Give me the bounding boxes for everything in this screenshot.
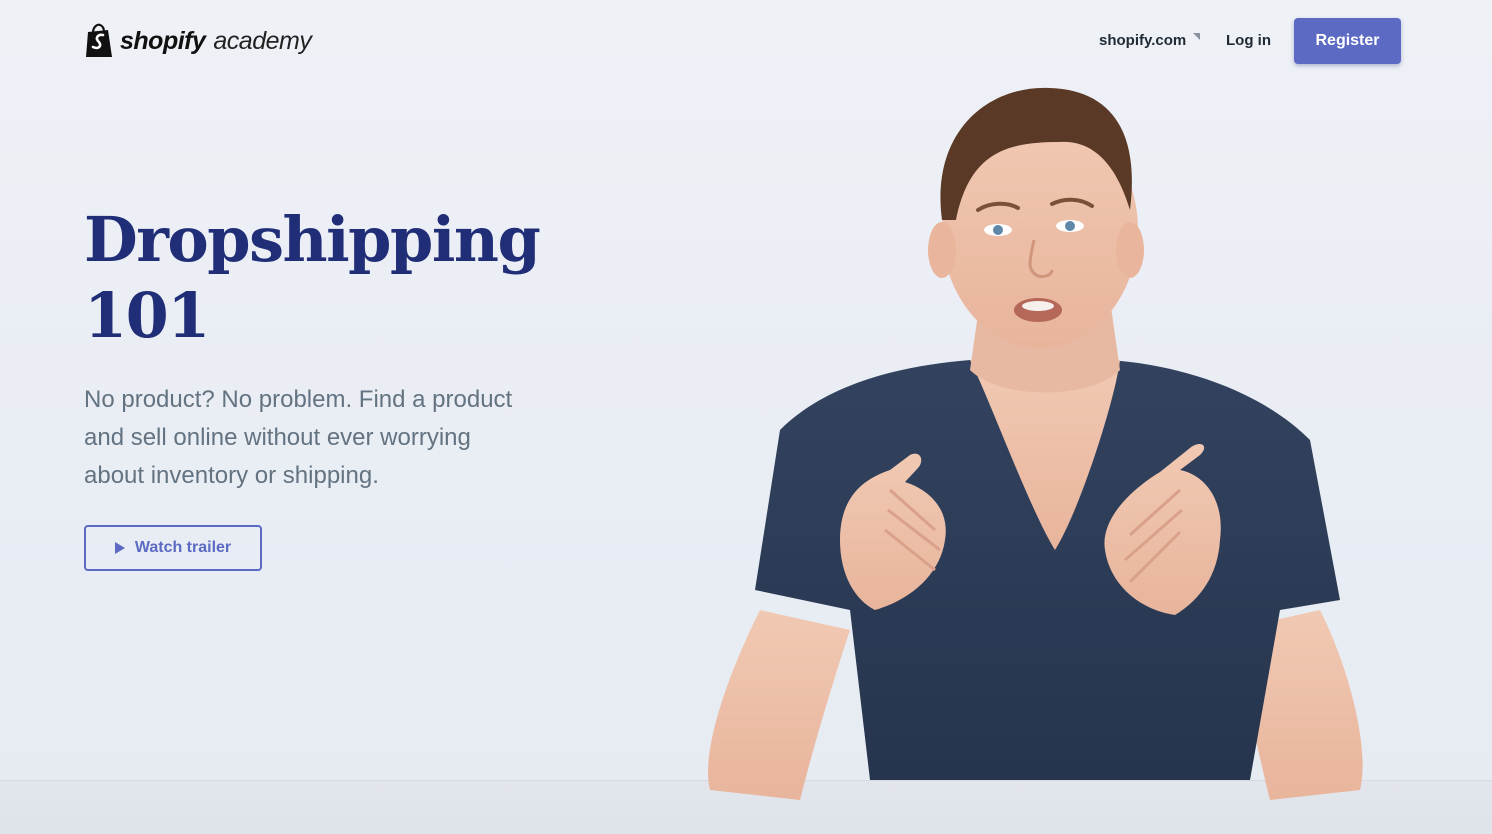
watch-trailer-label: Watch trailer <box>134 539 232 556</box>
external-link-icon <box>1193 32 1201 40</box>
title-line-1: Dropshipping <box>84 203 541 276</box>
watch-trailer-button[interactable]: Watch trailer <box>84 525 262 571</box>
shopify-bag-icon <box>86 23 112 57</box>
hero-description: No product? No problem. Find a product a… <box>84 386 513 489</box>
shopify-com-link[interactable]: shopify.com <box>1099 32 1201 49</box>
presenter-image <box>708 87 1363 800</box>
logo-wordmark: shopify <box>120 26 206 55</box>
shopify-com-label: shopify.com <box>1099 32 1187 49</box>
shopify-academy-logo[interactable]: shopify academy <box>84 22 312 60</box>
register-button[interactable]: Register <box>1294 18 1401 64</box>
page-title: Dropshipping 101 <box>84 202 564 354</box>
logo-academy: academy <box>213 26 312 55</box>
title-line-2: 101 <box>84 279 210 352</box>
login-link[interactable]: Log in <box>1226 32 1271 49</box>
play-icon <box>114 542 125 554</box>
